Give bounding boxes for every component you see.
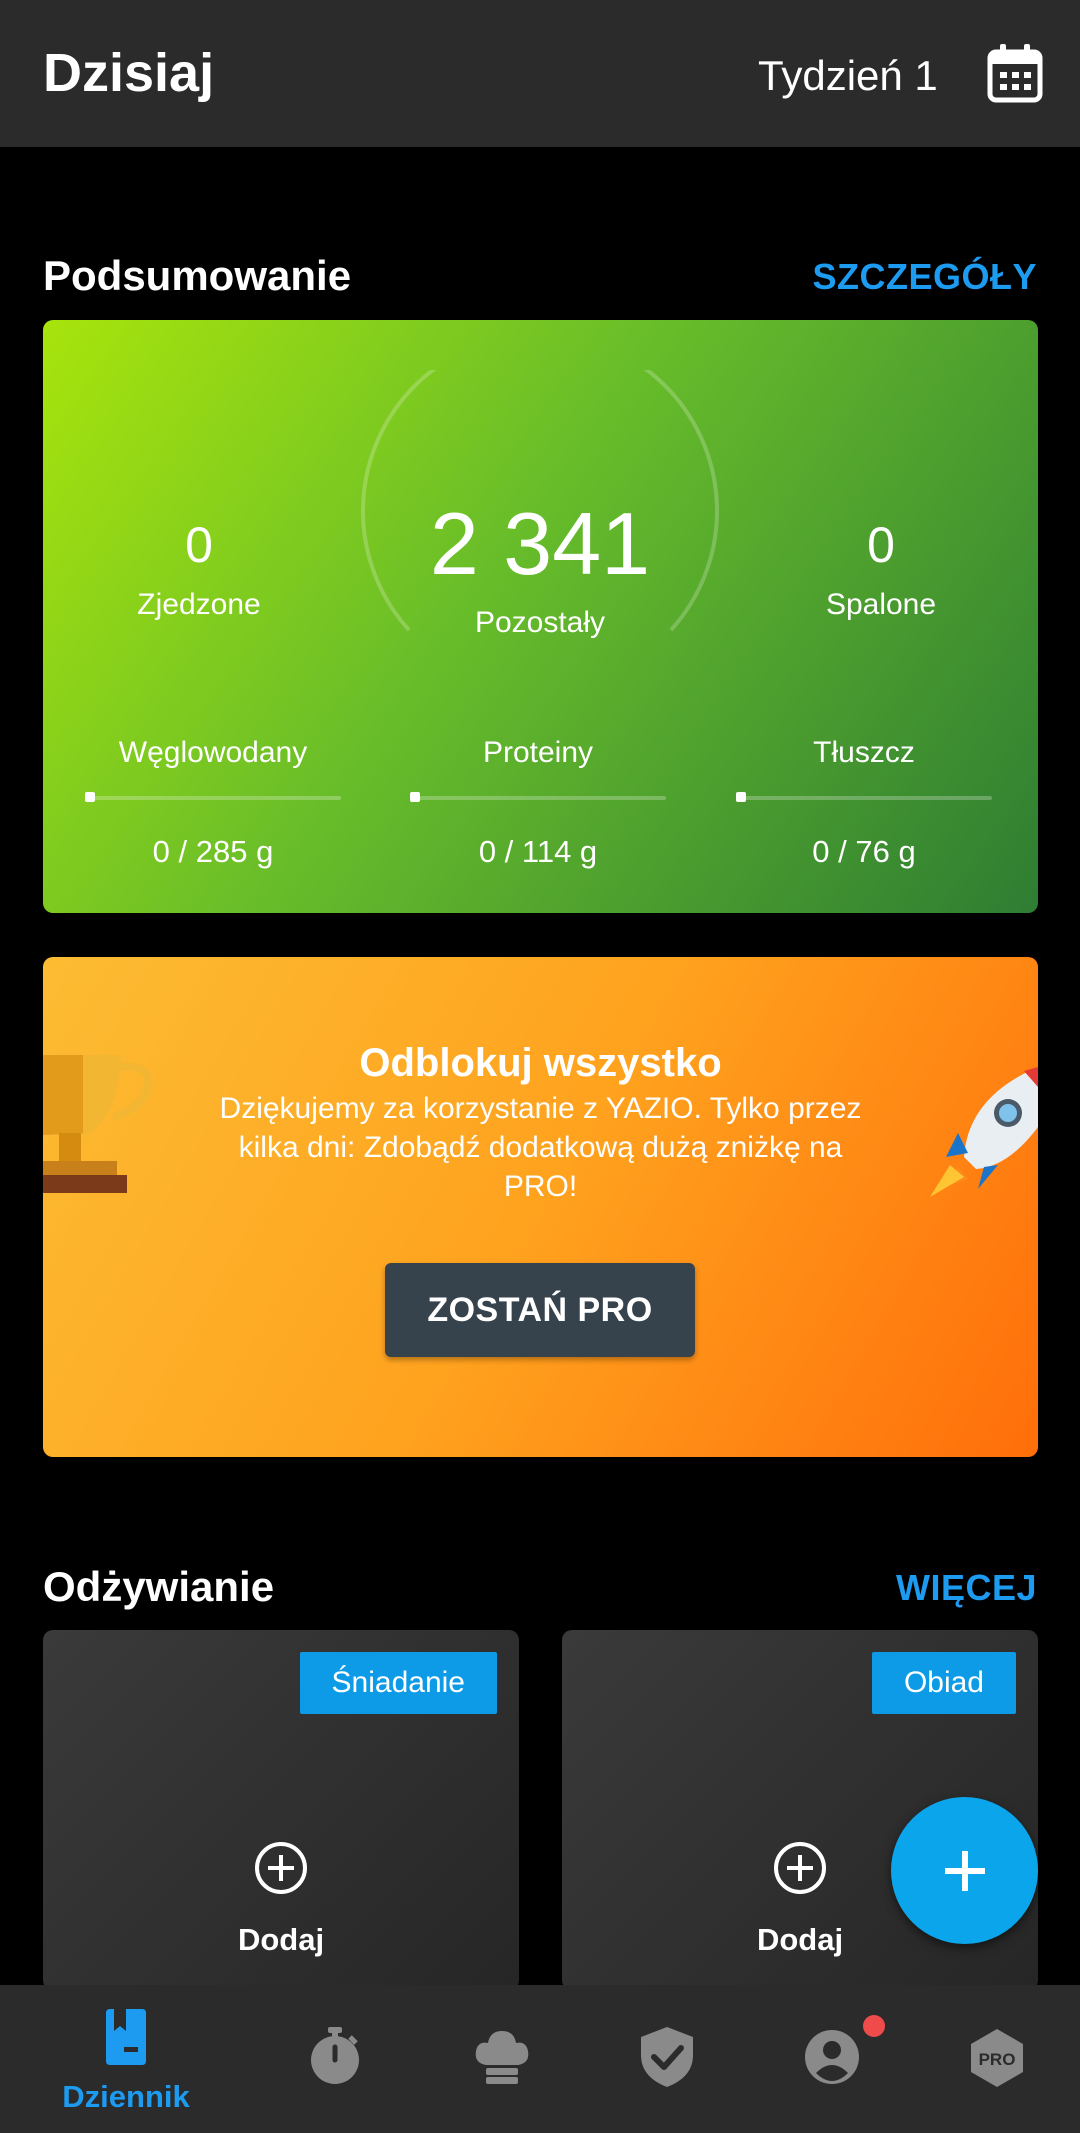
progress-indicator (410, 792, 420, 802)
nutrition-section-title: Odżywianie (43, 1563, 275, 1610)
page-title: Dzisiaj (43, 43, 215, 103)
promo-card[interactable]: Odblokuj wszystko Dziękujemy za korzysta… (43, 957, 1038, 1457)
app-bar: Dzisiaj Tydzień 1 (0, 0, 1080, 147)
diary-icon (106, 2009, 146, 2065)
eaten-label: Zjedzone (137, 588, 261, 621)
shield-check-icon (641, 2027, 693, 2087)
calendar-icon[interactable] (986, 42, 1044, 104)
profile-icon (805, 2030, 859, 2084)
progress-track (85, 792, 341, 802)
chef-hat-icon (475, 2031, 529, 2084)
nav-recipes[interactable] (427, 1985, 577, 2133)
meal-tag: Śniadanie (299, 1652, 497, 1714)
plus-icon (945, 1851, 985, 1891)
add-label[interactable]: Dodaj (43, 1922, 519, 1958)
meal-card-breakfast[interactable]: Śniadanie Dodaj (43, 1630, 519, 1990)
add-fab-button[interactable] (891, 1797, 1038, 1944)
macro-name: Tłuszcz (813, 736, 915, 769)
bottom-navigation: Dziennik PRO (0, 1985, 1080, 2133)
macro-value: 0 / 76 g (812, 834, 916, 869)
nav-label: Dziennik (62, 2079, 190, 2114)
eaten-value: 0 (185, 517, 213, 573)
nav-diary[interactable]: Dziennik (51, 1985, 201, 2133)
week-selector[interactable]: Tydzień 1 (758, 52, 938, 100)
burned-label: Spalone (825, 588, 937, 621)
progress-indicator (85, 792, 95, 802)
nav-pro[interactable]: PRO (922, 1985, 1072, 2133)
burned-value: 0 (867, 517, 895, 573)
progress-track (736, 792, 992, 802)
summary-card[interactable]: 0 Zjedzone 2 341 Pozostały 0 Spalone Węg… (43, 320, 1038, 913)
macro-value: 0 / 114 g (478, 834, 598, 869)
burned-stat: 0 Spalone (781, 520, 981, 622)
rocket-icon (930, 1067, 1038, 1197)
nav-habits[interactable] (592, 1985, 742, 2133)
macro-protein: Proteiny 0 / 114 g (410, 736, 666, 870)
promo-title: Odblokuj wszystko (359, 1041, 722, 1085)
remaining-stat: 2 341 Pozostały (340, 500, 740, 640)
progress-track (410, 792, 666, 802)
remaining-label: Pozostały (474, 606, 606, 639)
pro-icon: PRO (971, 2029, 1023, 2087)
meal-tag: Obiad (871, 1652, 1016, 1714)
details-link[interactable]: SZCZEGÓŁY (812, 256, 1037, 298)
stopwatch-icon (311, 2027, 359, 2084)
notification-badge (863, 2015, 885, 2037)
go-pro-button[interactable]: ZOSTAŃ PRO (385, 1263, 695, 1357)
nav-profile[interactable] (757, 1985, 907, 2133)
add-circle-icon[interactable] (253, 1840, 309, 1896)
progress-indicator (736, 792, 746, 802)
eaten-stat: 0 Zjedzone (99, 520, 299, 622)
svg-text:PRO: PRO (979, 2050, 1016, 2069)
promo-text: Dziękujemy za korzystanie z YAZIO. Tylko… (219, 1092, 862, 1203)
more-link[interactable]: WIĘCEJ (896, 1567, 1037, 1609)
add-circle-icon[interactable] (772, 1840, 828, 1896)
macro-value: 0 / 285 g (152, 834, 274, 869)
nav-fasting[interactable] (260, 1985, 410, 2133)
macro-fat: Tłuszcz 0 / 76 g (736, 736, 992, 870)
macro-name: Proteiny (482, 736, 594, 769)
remaining-value: 2 341 (429, 494, 651, 593)
macro-name: Węglowodany (118, 736, 308, 769)
macro-carbs: Węglowodany 0 / 285 g (85, 736, 341, 870)
summary-section-title: Podsumowanie (43, 252, 352, 299)
